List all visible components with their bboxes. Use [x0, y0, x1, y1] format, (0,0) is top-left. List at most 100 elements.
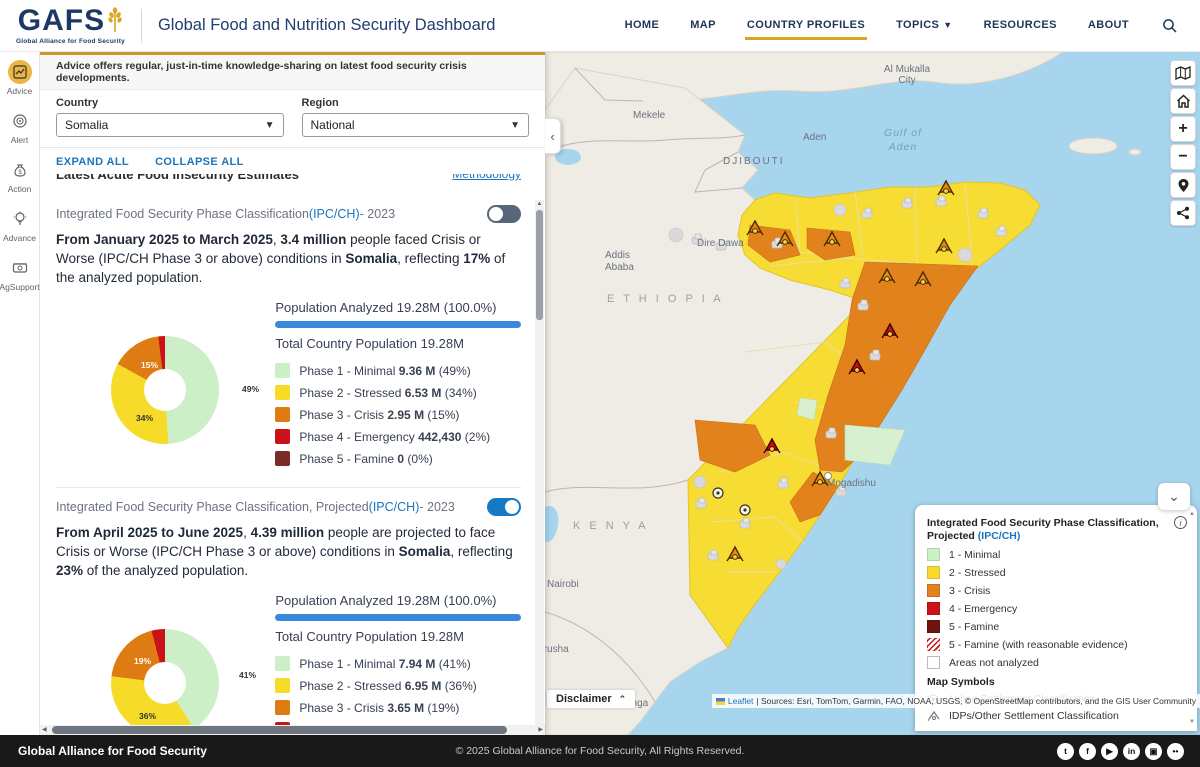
wheat-icon — [107, 7, 123, 38]
country-select[interactable]: Somalia ▼ — [56, 113, 284, 137]
section1-toggle[interactable] — [487, 205, 521, 223]
locate-button[interactable] — [1170, 172, 1196, 198]
phase-swatch — [275, 451, 291, 466]
section1-title: Integrated Food Security Phase Classific… — [56, 205, 521, 223]
legend-item: 3 - Crisis — [927, 584, 1183, 597]
svg-text:$: $ — [18, 170, 22, 176]
app: GAFS Global Alliance for Food Security G… — [0, 0, 1200, 767]
scroll-up-icon[interactable]: ▲ — [1189, 511, 1195, 517]
flickr-icon[interactable]: •• — [1167, 742, 1184, 760]
section-header: Latest Acute Food Insecurity Estimates — [56, 174, 299, 182]
youtube-icon[interactable]: ▶ — [1101, 742, 1118, 760]
gafs-logo[interactable]: GAFS Global Alliance for Food Security — [0, 6, 139, 46]
population-progress-bar — [275, 321, 521, 328]
region-label: Region — [301, 97, 339, 109]
label-mekele: Mekele — [633, 110, 666, 121]
legend-item: 4 - Emergency — [927, 602, 1183, 615]
home-icon — [1176, 94, 1190, 108]
nav-topics[interactable]: TOPICS ▼ — [894, 11, 954, 40]
panel-collapse-button[interactable]: ‹ — [545, 118, 561, 154]
sidebar-item-agsupport[interactable]: AgSupport — [0, 248, 40, 297]
ipc-ch-link[interactable]: (IPC/CH) — [978, 530, 1021, 542]
toggle-knob — [489, 207, 503, 221]
section2-toggle[interactable] — [487, 498, 521, 516]
scroll-right-icon[interactable]: ▶ — [538, 726, 543, 733]
donut-label: 19% — [134, 656, 152, 666]
scroll-down-icon[interactable]: ▼ — [1189, 719, 1195, 725]
scrollbar-thumb[interactable] — [536, 210, 543, 320]
section1-chart: 49% 34% 15% Population Analyzed 19.28M (… — [56, 300, 521, 473]
sidebar-item-advice[interactable]: Advice — [0, 52, 39, 101]
label-addis2: Ababa — [605, 262, 634, 273]
phase-swatch — [275, 407, 291, 422]
advice-panel: Advice offers regular, just-in-time know… — [40, 52, 545, 766]
legend-collapse-button[interactable]: ⌄ — [1158, 483, 1190, 510]
share-button[interactable] — [1170, 200, 1196, 226]
label-aden2: Aden — [888, 141, 918, 153]
urban-settlement-icon[interactable] — [712, 487, 724, 499]
phase-legend: Phase 1 - Minimal 9.36 M (49%) Phase 2 -… — [275, 363, 521, 466]
urban-settlement-icon[interactable] — [739, 504, 751, 516]
label-gulf1: Gulf of — [884, 127, 922, 139]
disclaimer-button[interactable]: Disclaimer ⌃ — [547, 690, 636, 708]
zoom-out-button[interactable]: − — [1170, 144, 1196, 170]
map-attribution: Leaflet | Sources: Esri, TomTom, Garmin,… — [711, 694, 1200, 708]
sidebar-item-label: Advance — [2, 233, 37, 243]
nav-map[interactable]: MAP — [688, 11, 718, 40]
phase-row: Phase 2 - Stressed 6.95 M (36%) — [275, 678, 521, 693]
scrollbar-thumb[interactable] — [52, 726, 507, 734]
vertical-scrollbar[interactable]: ▲ ▼ — [535, 200, 544, 766]
legend-swatch — [927, 620, 940, 633]
info-icon[interactable]: i — [1174, 516, 1187, 529]
section2-title: Integrated Food Security Phase Classific… — [56, 498, 521, 516]
scroll-left-icon[interactable]: ◀ — [42, 726, 47, 733]
nav-country-profiles[interactable]: COUNTRY PROFILES — [744, 11, 868, 40]
nav-home[interactable]: HOME — [623, 11, 662, 40]
legend-swatch — [927, 548, 940, 561]
map[interactable]: Mekele Addis Ababa Dire Dawa DJIBOUTI E … — [545, 52, 1200, 735]
collapse-all-link[interactable]: COLLAPSE ALL — [155, 156, 244, 168]
instagram-icon[interactable]: ▣ — [1145, 742, 1162, 760]
scroll-up-icon[interactable]: ▲ — [535, 201, 544, 207]
expand-collapse-row: EXPAND ALL COLLAPSE ALL — [40, 148, 545, 174]
phase-row: Phase 4 - Emergency 442,430 (2%) — [275, 429, 521, 444]
total-population: Total Country Population 19.28M — [275, 336, 464, 351]
sidebar-item-alert[interactable]: Alert — [0, 101, 39, 150]
facebook-icon[interactable]: f — [1079, 742, 1096, 760]
money-bag-icon: $ — [8, 158, 32, 182]
twitter-icon[interactable]: t — [1057, 742, 1074, 760]
nav-about[interactable]: ABOUT — [1086, 11, 1131, 40]
legend-item: IDPs/Other Settlement Classification — [927, 710, 1183, 722]
lightbulb-icon — [8, 207, 32, 231]
label-mukalla2: City — [898, 75, 915, 86]
search-icon[interactable] — [1162, 18, 1178, 34]
horizontal-scrollbar[interactable]: ◀ ▶ — [40, 725, 545, 735]
basemap-button[interactable] — [1170, 60, 1196, 86]
linkedin-icon[interactable]: in — [1123, 742, 1140, 760]
label-dire-dawa: Dire Dawa — [697, 238, 744, 249]
alert-target-icon — [8, 109, 32, 133]
phase-row: Phase 5 - Famine 0 (0%) — [275, 451, 521, 466]
home-button[interactable] — [1170, 88, 1196, 114]
advice-banner: Advice offers regular, just-in-time know… — [40, 55, 545, 90]
nav-resources[interactable]: RESOURCES — [982, 11, 1059, 40]
legend-scrollbar[interactable]: ▲ ▼ — [1187, 511, 1195, 725]
social-links: t f ▶ in ▣ •• — [1057, 742, 1200, 760]
donut-label: 34% — [136, 413, 154, 423]
methodology-link[interactable]: Methodology — [452, 174, 521, 187]
expand-all-link[interactable]: EXPAND ALL — [56, 156, 129, 168]
legend-swatch — [927, 566, 940, 579]
region-select[interactable]: National ▼ — [301, 113, 529, 137]
label-nairobi: Nairobi — [547, 579, 579, 590]
leaflet-link[interactable]: Leaflet — [728, 696, 754, 706]
chevron-down-icon: ▼ — [264, 119, 275, 131]
sidebar-item-action[interactable]: $ Action — [0, 150, 39, 199]
logo-tagline: Global Alliance for Food Security — [16, 38, 125, 45]
sidebar-item-advance[interactable]: Advance — [0, 199, 39, 248]
legend-swatch — [927, 656, 940, 669]
donut-label: 41% — [239, 670, 257, 680]
zoom-in-button[interactable]: + — [1170, 116, 1196, 142]
ipc-ch-link[interactable]: (IPC/CH) — [309, 207, 360, 221]
phase-swatch — [275, 700, 291, 715]
ipc-ch-link[interactable]: (IPC/CH) — [369, 500, 420, 514]
